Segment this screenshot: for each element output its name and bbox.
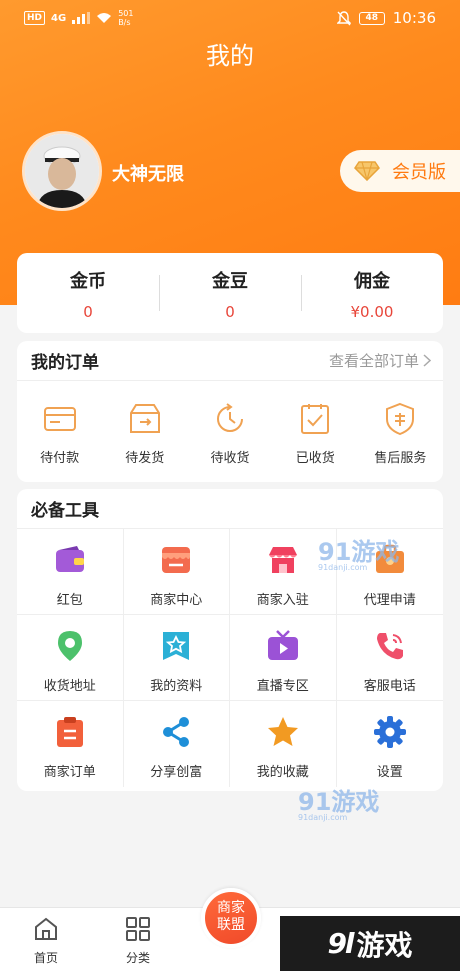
avatar[interactable] [22,131,102,211]
tool-label: 我的收藏 [256,765,309,780]
grid-icon [126,917,150,941]
tool-label: 商家订单 [43,765,96,780]
box-send-icon [129,404,160,433]
clock-icon [217,403,243,432]
stat-coins[interactable]: 金币 0 [17,253,159,333]
orders-card: 我的订单 查看全部订单 待付款 待发货 待收货 已收货 售后服务 [17,341,443,482]
stat-commission[interactable]: 佣金 ¥0.00 [301,253,443,333]
wifi-icon [97,13,112,23]
clock-time: 10:36 [392,9,436,27]
promo-banner: 9l 游戏 [280,916,460,971]
tool-settings[interactable]: 设置 [337,701,444,787]
tool-my-profile[interactable]: 我的资料 [123,615,230,701]
tool-label: 我的资料 [150,679,203,694]
watermark-brand: 91游戏 [298,788,380,816]
home-icon [35,917,57,940]
stat-beans[interactable]: 金豆 0 [159,253,301,333]
page-title: 我的 [206,42,254,70]
promo-number: 9l [327,927,354,960]
avatar-image [25,134,99,208]
order-label: 已收货 [295,451,335,466]
tool-red-packet[interactable]: 红包 [17,529,124,615]
tool-customer-service[interactable]: 客服电话 [336,615,443,701]
net-speed: 501 [118,9,134,18]
clipboard-icon [56,717,83,747]
share-icon [163,717,190,747]
tool-label: 分享创富 [150,765,203,780]
stat-label: 金币 [70,271,106,292]
tool-label: 客服电话 [363,679,416,694]
stats-card: 金币 0 金豆 0 佣金 ¥0.00 [17,253,443,333]
orders-title: 我的订单 [31,353,99,373]
tool-agent-apply[interactable]: 代理申请 [336,529,443,615]
stat-value: 0 [225,303,235,321]
tool-live-zone[interactable]: 直播专区 [230,615,337,701]
signal-icon [72,12,91,24]
tab-label: 首页 [33,951,58,965]
merchant-alliance-button[interactable]: 商家 联盟 [201,888,261,948]
tool-my-favorites[interactable]: 我的收藏 [230,701,337,787]
stat-label: 金豆 [212,271,248,292]
merchant-center-icon [162,547,191,573]
tool-share-wealth[interactable]: 分享创富 [124,701,230,787]
mute-bell-icon [336,10,351,25]
order-label: 售后服务 [374,451,427,466]
promo-text: 游戏 [356,928,413,962]
stat-value: 0 [83,303,93,321]
gear-icon [373,716,406,748]
star-icon [267,717,298,746]
watermark-domain: 91danji.com [298,813,348,822]
tool-label: 商家入驻 [256,593,309,608]
order-pending-payment[interactable]: 待付款 [17,401,102,466]
location-pin-icon [57,631,82,661]
tv-play-icon [267,630,298,660]
profile-star-icon [163,632,190,660]
tool-label: 红包 [56,593,83,608]
center-label-line2: 联盟 [217,917,245,933]
order-received[interactable]: 已收货 [273,401,358,466]
vip-badge-button[interactable]: 会员版 [340,150,460,192]
order-label: 待发货 [125,451,165,466]
tab-category[interactable]: 分类 [108,916,168,966]
stat-value: ¥0.00 [350,303,394,321]
hd-indicator: HD [24,11,46,25]
tool-shipping-address[interactable]: 收货地址 [17,615,124,701]
center-label-line1: 商家 [217,900,245,916]
diamond-icon [354,161,380,181]
shield-icon [386,402,415,436]
username[interactable]: 大神无限 [112,160,184,186]
view-all-label: 查看全部订单 [328,352,419,370]
net-speed-unit: B/s [118,18,131,27]
order-label: 待付款 [40,451,80,466]
tools-title: 必备工具 [31,501,99,521]
order-pending-shipment[interactable]: 待发货 [102,401,187,466]
tools-card: 必备工具 红包 商家中心 商家入驻 代理申请 收货地址 我的资料 直播专区 客服… [17,489,443,791]
vip-label: 会员版 [392,162,446,183]
phone-icon [376,633,403,660]
wallet-icon [55,546,84,572]
tool-merchant-join[interactable]: 商家入驻 [230,529,337,615]
order-label: 待收货 [210,451,250,466]
tool-label: 收货地址 [43,679,96,694]
storefront-icon [268,547,297,573]
tab-label: 分类 [125,951,150,965]
network-indicator: 4G [51,12,67,24]
stat-label: 佣金 [354,271,390,292]
order-pending-receipt[interactable]: 待收货 [187,401,272,466]
order-after-sales[interactable]: 售后服务 [358,401,443,466]
wallet-card-icon [43,407,76,431]
tool-label: 直播专区 [256,679,309,694]
tool-merchant-center[interactable]: 商家中心 [123,529,230,615]
view-all-orders-link[interactable]: 查看全部订单 [329,350,431,371]
tool-label: 设置 [376,765,403,780]
tab-home[interactable]: 首页 [16,916,76,966]
agent-icon [375,544,404,573]
battery-icon: 48 [358,11,385,25]
tool-label: 商家中心 [150,593,203,608]
tool-merchant-orders[interactable]: 商家订单 [17,701,124,787]
chevron-right-icon [423,354,431,367]
tool-label: 代理申请 [363,593,416,608]
status-bar: HD 4G 501 B/s 48 10:36 [0,0,460,38]
checkbox-icon [301,404,330,434]
